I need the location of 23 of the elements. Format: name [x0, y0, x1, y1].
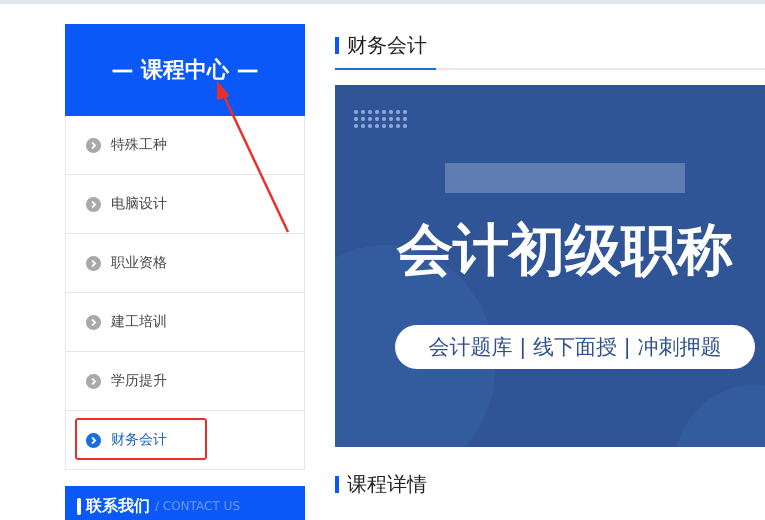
section-heading: 财务会计	[347, 32, 427, 58]
accent-bar	[335, 36, 339, 54]
section-heading: 课程详情	[347, 470, 427, 498]
category-link[interactable]: 特殊工种	[66, 116, 304, 174]
chevron-icon	[86, 432, 101, 448]
sidebar-title: — 课程中心 —	[111, 56, 259, 85]
chevron-icon	[86, 314, 101, 330]
chevron-icon	[86, 256, 101, 270]
accent-bar	[77, 498, 81, 514]
banner-tagline: 会计题库 | 线下面授 | 冲刺押题	[395, 325, 755, 369]
contact-title: 联系我们	[86, 496, 150, 516]
accent-bar	[335, 476, 339, 492]
contact-subtitle: / CONTACT US	[155, 499, 240, 513]
chevron-icon	[86, 138, 101, 152]
chevron-icon	[86, 374, 101, 388]
chevron-icon	[86, 196, 101, 212]
category-link[interactable]: 学历提升	[66, 351, 304, 410]
banner-title: 会计初级职称	[397, 217, 733, 285]
category-link[interactable]: 职业资格	[66, 233, 304, 292]
dot-grid-drawing	[353, 109, 409, 129]
category-link[interactable]: 电脑设计	[66, 174, 304, 233]
category-link[interactable]: 建工培训	[66, 292, 304, 351]
category-link[interactable]: 财务会计	[66, 410, 304, 469]
